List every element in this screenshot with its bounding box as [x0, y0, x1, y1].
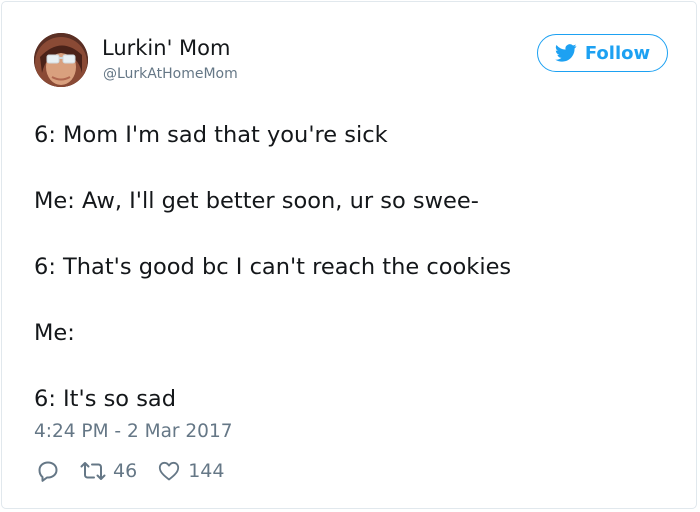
tweet-line: 6: That's good bc I can't reach the cook…	[34, 254, 512, 280]
tweet-line: 6: Mom I'm sad that you're sick	[34, 122, 388, 148]
reply-button[interactable]	[36, 459, 60, 483]
retweet-icon	[80, 462, 106, 480]
avatar-image	[34, 33, 88, 87]
tweet-timestamp[interactable]: 4:24 PM - 2 Mar 2017	[34, 420, 233, 444]
reply-icon	[38, 461, 58, 482]
follow-button-label: Follow	[584, 42, 651, 64]
like-button[interactable]: 144	[157, 459, 224, 483]
tweet-text: 6: Mom I'm sad that you're sick Me: Aw, …	[34, 119, 674, 416]
tweet-line: 6: It's so sad	[34, 386, 176, 412]
tweet-card: Lurkin' Mom @LurkAtHomeMom Follow 6: Mom…	[1, 1, 697, 509]
tweet-actions: 46 144	[36, 457, 224, 485]
avatar[interactable]	[34, 33, 88, 87]
retweet-count: 46	[113, 460, 138, 482]
heart-icon	[159, 461, 180, 481]
like-count: 144	[188, 460, 225, 482]
tweet-line: Me:	[34, 320, 75, 346]
twitter-bird-icon	[555, 44, 577, 62]
user-handle[interactable]: @LurkAtHomeMom	[103, 65, 238, 83]
tweet-line: Me: Aw, I'll get better soon, ur so swee…	[34, 188, 479, 214]
display-name[interactable]: Lurkin' Mom	[102, 35, 230, 61]
retweet-button[interactable]: 46	[80, 459, 137, 483]
follow-button[interactable]: Follow	[537, 34, 668, 72]
